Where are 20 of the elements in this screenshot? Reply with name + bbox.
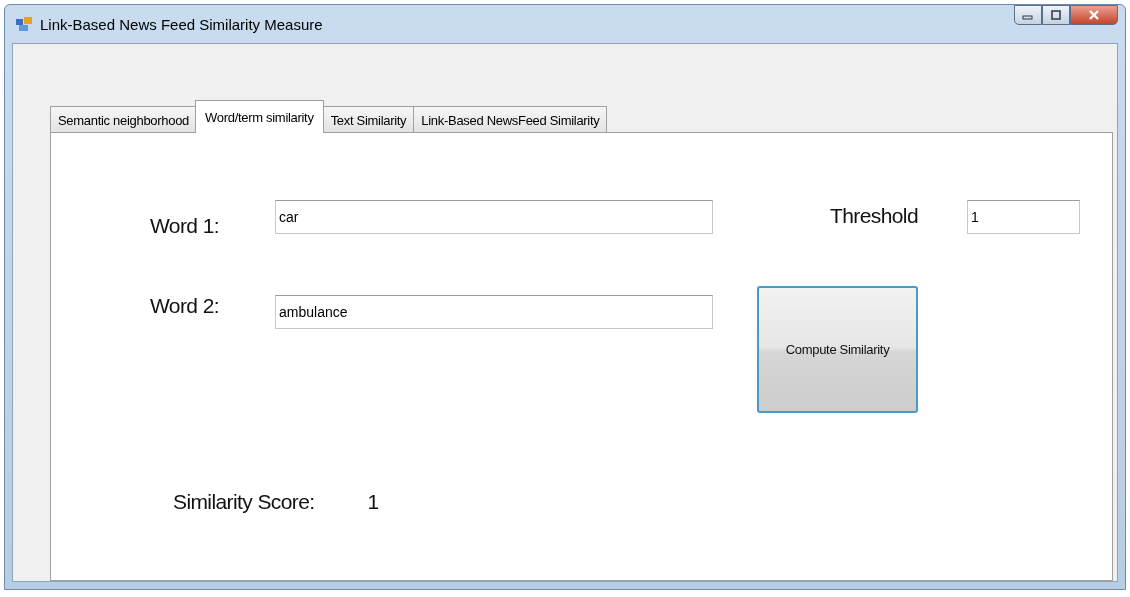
compute-similarity-button[interactable]: Compute Similarity <box>757 286 918 413</box>
word-2-label: Word 2: <box>150 294 220 318</box>
tab[interactable]: Link-Based NewsFeed Similarity <box>413 106 608 133</box>
similarity-score-label: Similarity Score: <box>173 490 315 514</box>
tab[interactable]: Semantic neighborhood <box>50 106 198 133</box>
word-2-field[interactable]: ambulance <box>275 295 713 329</box>
maximize-button[interactable] <box>1042 5 1070 25</box>
maximize-icon <box>1050 10 1062 20</box>
tab[interactable]: Word/term similarity <box>195 100 324 133</box>
minimize-button[interactable] <box>1014 5 1042 25</box>
threshold-label: Threshold <box>830 204 918 228</box>
similarity-score-value: 1 <box>367 490 379 514</box>
window-title: Link-Based News Feed Similarity Measure <box>40 15 323 33</box>
tab[interactable]: Text Similarity <box>322 106 415 133</box>
close-icon <box>1087 9 1101 21</box>
window-icon <box>16 17 32 31</box>
close-button[interactable] <box>1070 5 1118 25</box>
word-1-field[interactable]: car <box>275 200 713 234</box>
word-1-label: Word 1: <box>150 214 220 238</box>
threshold-field[interactable]: 1 <box>967 200 1080 234</box>
